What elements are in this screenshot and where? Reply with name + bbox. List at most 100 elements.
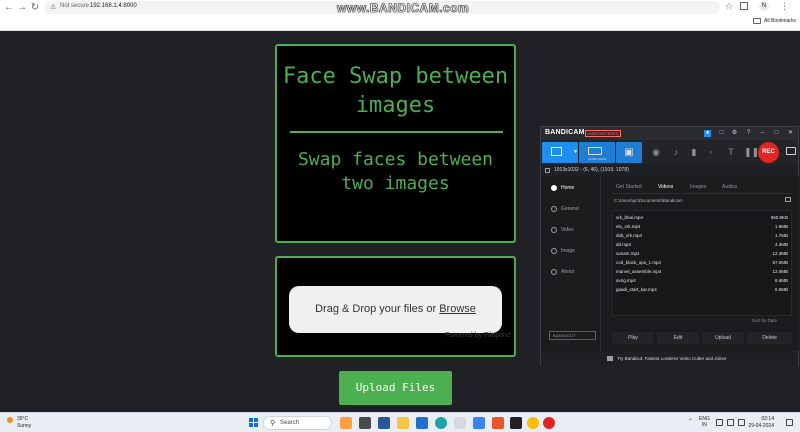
list-item[interactable]: elo_srk.mp4 1.9MB	[613, 222, 791, 231]
sort-by-date-toggle[interactable]: Sort by Date	[752, 318, 777, 323]
sidebar-item-image[interactable]: Image	[541, 245, 601, 257]
browser-menu-icon[interactable]: ⋮	[780, 1, 789, 12]
sidebar-item-label: Image	[561, 248, 575, 254]
chrome-icon[interactable]	[527, 417, 539, 429]
edge-icon[interactable]	[435, 417, 447, 429]
sidebar-item-label: Video	[561, 227, 574, 233]
clock-date[interactable]: 29-04-2024	[747, 423, 774, 429]
language-indicator[interactable]: ENG IN	[699, 416, 710, 428]
bandicam-taskbar-icon[interactable]	[543, 417, 555, 429]
all-bookmarks-link[interactable]: All Bookmarks	[764, 18, 796, 24]
bandicut-promo-link[interactable]: Try Bandicut: Fastest Lossless Video Cut…	[617, 356, 727, 361]
weather-temperature[interactable]: 39°C	[17, 416, 28, 422]
task-view-icon[interactable]	[359, 417, 371, 429]
chevron-up-icon[interactable]: ⌃	[688, 418, 693, 425]
url-text[interactable]: 192.168.1.4:8000	[90, 3, 137, 9]
output-folder-path: C:\Users\pc\Documents\Bandicam	[614, 198, 683, 203]
video-file-list: srk_bhai.mp4 650.9KB elo_srk.mp4 1.9MB dub…	[612, 210, 792, 316]
mode-dropdown-icon[interactable]: ▼	[573, 142, 578, 163]
lock-icon[interactable]: ●	[704, 130, 711, 137]
settings-icon[interactable]: ⚙	[731, 130, 738, 137]
tab-videos[interactable]: Videos	[658, 184, 673, 190]
minimize-icon[interactable]: –	[759, 130, 766, 137]
rectangle-mode-button[interactable]	[542, 142, 573, 163]
game-mode-button[interactable]: GAME MODE	[579, 142, 615, 163]
sun-icon[interactable]	[7, 417, 13, 423]
security-label[interactable]: Not secure	[60, 3, 89, 9]
windows-start-icon[interactable]	[249, 418, 259, 428]
help-icon[interactable]: ?	[745, 130, 752, 137]
unregistered-badge[interactable]: UNREGISTERED	[585, 130, 621, 137]
open-folder-icon[interactable]	[785, 197, 791, 202]
sidebar-item-video[interactable]: Video	[541, 224, 601, 236]
sidebar-item-about[interactable]: About	[541, 266, 601, 278]
delete-button[interactable]: Delete	[747, 332, 792, 344]
browse-link[interactable]: Browse	[439, 303, 476, 315]
bandicut-button[interactable]: BANDICUT	[549, 331, 596, 340]
file-name: gaadi_start_kar.mp4	[616, 287, 657, 292]
file-drop-zone[interactable]: Drag & Drop your files or Browse	[289, 286, 502, 333]
upload-card: Drag & Drop your files or Browse Powered…	[275, 256, 516, 357]
file-name: srk_bhai.mp4	[616, 215, 644, 220]
list-item[interactable]: dub_srk.mp4 1.7MB	[613, 231, 791, 240]
warning-icon[interactable]: ⚠	[50, 3, 56, 11]
back-icon[interactable]: ←	[3, 2, 15, 14]
file-name: avng.mp4	[616, 278, 636, 283]
windows-app-icon[interactable]	[378, 417, 390, 429]
list-item[interactable]: marvel_assemble.mp4 12.0MB	[613, 267, 791, 276]
gamepad-icon[interactable]: ▣	[616, 142, 642, 163]
list-item[interactable]: srk_bhai.mp4 650.9KB	[613, 213, 791, 222]
play-button[interactable]: Play	[612, 332, 654, 344]
file-size: 12.3MB	[772, 251, 788, 256]
list-item[interactable]: cod_black_ops_1.mp4 67.0MB	[613, 258, 791, 267]
folder-icon[interactable]: □	[718, 130, 725, 137]
list-item[interactable]: avng.mp4 8.6MB	[613, 276, 791, 285]
reload-icon[interactable]: ↻	[29, 2, 41, 14]
microphone-icon[interactable]: ▮	[689, 147, 699, 157]
bookmark-star-icon[interactable]: ☆	[725, 1, 733, 12]
notification-icon[interactable]	[786, 419, 793, 426]
wifi-icon[interactable]	[716, 419, 723, 426]
extensions-icon[interactable]	[740, 2, 748, 10]
speaker-icon[interactable]: ♪	[671, 147, 681, 157]
close-icon[interactable]: ✕	[787, 130, 794, 137]
vscode-icon[interactable]	[473, 417, 485, 429]
weather-description[interactable]: Sunny	[17, 423, 31, 429]
edit-button[interactable]: Edit	[657, 332, 699, 344]
bandicam-toolbar: ▼ GAME MODE ▣ ◉ ♪ ▮ ◦ T ❚❚ REC	[541, 140, 798, 165]
text-overlay-icon[interactable]: T	[726, 147, 736, 157]
mail-icon[interactable]	[416, 417, 428, 429]
upload-files-button[interactable]: Upload Files	[339, 371, 452, 405]
powered-by-label[interactable]: Powered by Filepond	[445, 332, 511, 339]
page-subtitle: Swap faces between two images	[297, 149, 494, 194]
tab-audios[interactable]: Audios	[722, 184, 737, 190]
terminal-icon[interactable]	[510, 417, 522, 429]
clock-time[interactable]: 02:14	[752, 416, 774, 422]
home-icon	[551, 185, 557, 191]
app-icon[interactable]	[492, 417, 504, 429]
webcam-icon[interactable]: ◉	[651, 147, 661, 157]
forward-icon[interactable]: →	[16, 2, 28, 14]
bandicam-footer: Try Bandicut: Fastest Lossless Video Cut…	[541, 351, 798, 366]
list-item[interactable]: sanam.mp4 12.3MB	[613, 249, 791, 258]
record-button[interactable]: REC	[758, 142, 779, 163]
screenshot-icon[interactable]	[786, 147, 796, 155]
profile-avatar[interactable]: N	[759, 1, 769, 11]
upload-button[interactable]: Upload	[702, 332, 744, 344]
tab-images[interactable]: Images	[690, 184, 706, 190]
file-explorer-icon[interactable]	[397, 417, 409, 429]
battery-icon[interactable]	[738, 419, 745, 426]
info-icon	[551, 269, 557, 275]
maximize-icon[interactable]: □	[773, 130, 780, 137]
copilot-icon[interactable]	[340, 417, 352, 429]
volume-icon[interactable]	[727, 419, 734, 426]
tab-get-started[interactable]: Get Started	[616, 184, 642, 190]
sidebar-item-home[interactable]: Home	[541, 182, 601, 194]
sidebar-item-general[interactable]: General	[541, 203, 601, 215]
list-item[interactable]: gaadi_start_kar.mp4 6.5MB	[613, 285, 791, 294]
pause-icon[interactable]: ❚❚	[744, 147, 759, 157]
mouse-effect-icon[interactable]: ◦	[706, 147, 716, 157]
store-icon[interactable]	[454, 417, 466, 429]
list-item[interactable]: dd.mp4 4.3MB	[613, 240, 791, 249]
taskbar-search[interactable]: ⚲ Search	[263, 416, 332, 430]
